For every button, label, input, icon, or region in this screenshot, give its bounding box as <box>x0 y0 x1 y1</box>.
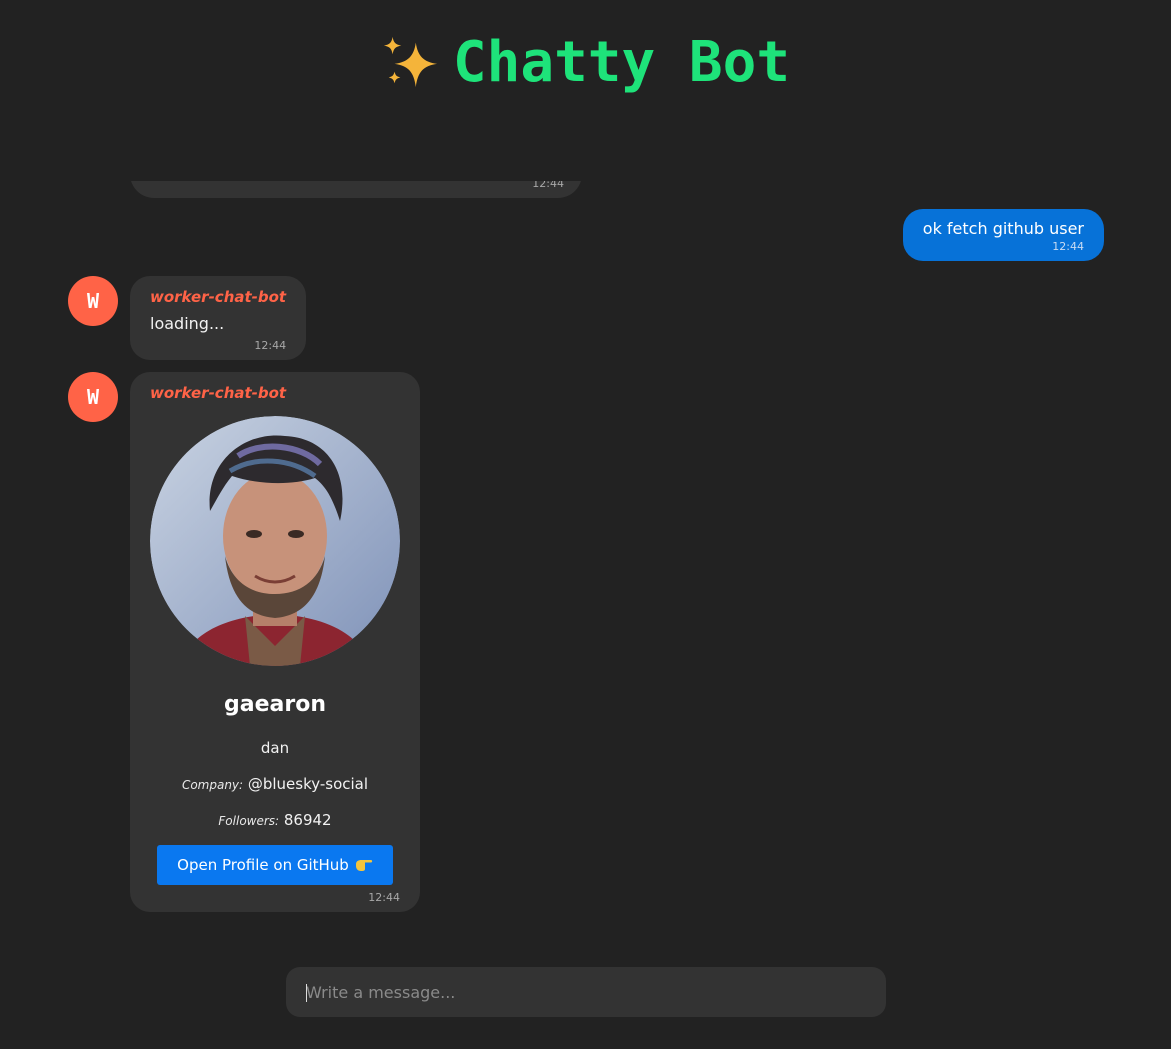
company-value: @bluesky-social <box>247 775 369 793</box>
app-header: Chatty Bot <box>0 0 1171 130</box>
message-list[interactable]: 12:44 ok fetch github user 12:44 W worke… <box>0 140 1171 930</box>
message-time: 12:44 <box>1052 240 1084 253</box>
github-company: Company: @bluesky-social <box>150 775 400 793</box>
message-time: 12:44 <box>254 339 287 352</box>
pointing-hand-icon <box>355 860 372 871</box>
github-username: gaearon <box>224 692 326 717</box>
bot-message-bubble: worker-chat-bot loading... 12:44 <box>130 276 307 360</box>
avatar-letter: W <box>86 385 100 409</box>
bot-message-bubble: 12:44 <box>130 177 582 198</box>
followers-label: Followers: <box>218 814 280 828</box>
github-followers: Followers: 86942 <box>150 811 400 829</box>
bot-avatar: W <box>68 276 118 326</box>
open-github-profile-label: Open Profile on GitHub <box>177 856 349 874</box>
message-input[interactable] <box>286 967 886 1017</box>
company-label: Company: <box>181 778 244 792</box>
message-author: worker-chat-bot <box>150 384 287 402</box>
bot-avatar: W <box>68 372 118 422</box>
app-title-text: Chatty Bot <box>452 29 791 95</box>
open-github-profile-button[interactable]: Open Profile on GitHub <box>157 845 393 885</box>
user-message-bubble: ok fetch github user 12:44 <box>902 209 1104 261</box>
message-time: 12:44 <box>368 891 400 904</box>
message-text: ok fetch github user <box>922 219 1084 238</box>
message-text: loading... <box>150 314 225 333</box>
followers-value: 86942 <box>283 811 332 829</box>
message-author: worker-chat-bot <box>150 288 287 306</box>
text-caret <box>306 984 307 1002</box>
sparkles-icon <box>383 36 437 88</box>
app-title: Chatty Bot <box>381 30 790 95</box>
avatar-letter: W <box>86 289 100 313</box>
profile-photo <box>150 416 400 666</box>
github-name: dan <box>260 739 290 757</box>
bot-message-bubble: worker-chat-bot gaearon dan Company: @bl… <box>130 372 420 912</box>
github-user-card: gaearon dan Company: @bluesky-social Fol… <box>150 416 400 885</box>
message-composer <box>286 967 886 1017</box>
message-time: 12:44 <box>532 177 564 190</box>
